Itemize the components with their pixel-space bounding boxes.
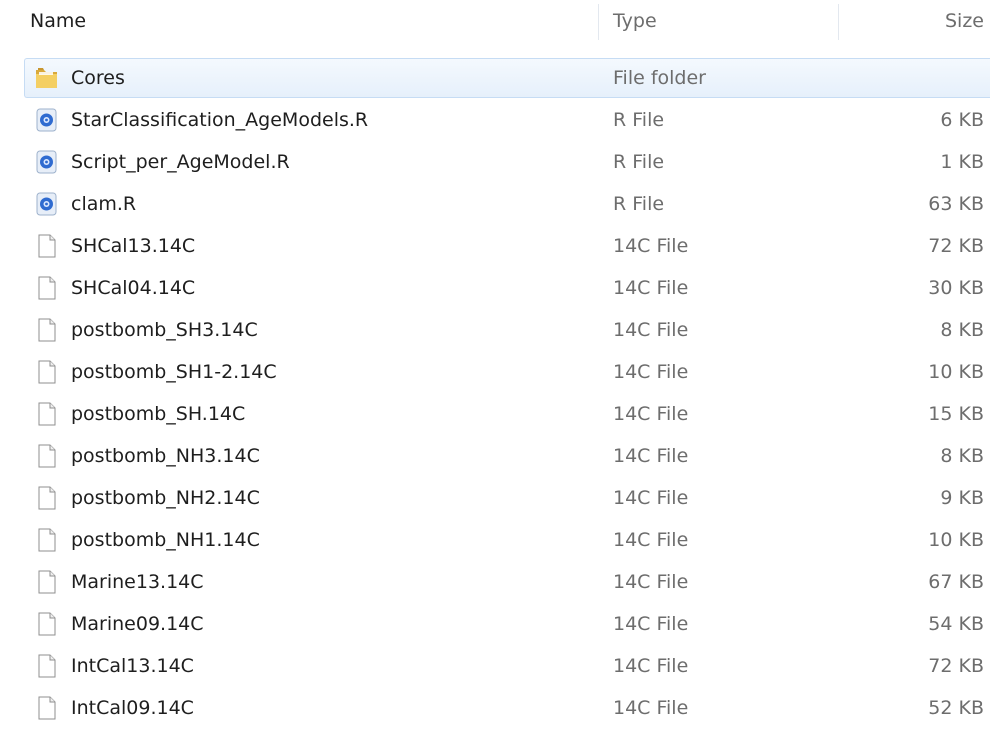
blank-file-icon: [34, 359, 60, 385]
file-name[interactable]: IntCal09.14C: [71, 687, 194, 729]
blank-file-icon: [34, 401, 60, 427]
file-type: 14C File: [613, 403, 689, 425]
column-header-size[interactable]: Size: [853, 0, 984, 42]
file-type: R File: [613, 151, 665, 173]
file-row[interactable]: postbomb_SH1-2.14C 14C File 10 KB: [0, 351, 990, 393]
file-type: File folder: [613, 67, 706, 89]
blank-file-icon: [34, 443, 60, 469]
file-row[interactable]: clam.R R File 63 KB: [0, 183, 990, 225]
file-row[interactable]: postbomb_NH3.14C 14C File 8 KB: [0, 435, 990, 477]
file-type: 14C File: [613, 529, 689, 551]
folder-icon: [34, 65, 60, 91]
file-name[interactable]: postbomb_NH3.14C: [71, 435, 260, 477]
file-size: 1 KB: [940, 151, 984, 173]
file-name[interactable]: Cores: [71, 57, 125, 99]
file-name[interactable]: Marine13.14C: [71, 561, 204, 603]
file-row[interactable]: postbomb_NH2.14C 14C File 9 KB: [0, 477, 990, 519]
blank-file-icon: [34, 611, 60, 637]
blank-file-icon: [34, 569, 60, 595]
column-header-name[interactable]: Name: [30, 0, 86, 42]
file-size: 30 KB: [928, 277, 984, 299]
file-size: 52 KB: [928, 697, 984, 719]
file-row[interactable]: SHCal04.14C 14C File 30 KB: [0, 267, 990, 309]
blank-file-icon: [34, 653, 60, 679]
file-size: 9 KB: [940, 487, 984, 509]
blank-file-icon: [34, 527, 60, 553]
file-name[interactable]: Script_per_AgeModel.R: [71, 141, 290, 183]
file-name[interactable]: clam.R: [71, 183, 136, 225]
file-name[interactable]: Marine09.14C: [71, 603, 204, 645]
file-row[interactable]: StarClassification_AgeModels.R R File 6 KB: [0, 99, 990, 141]
file-size: 15 KB: [928, 403, 984, 425]
file-type: 14C File: [613, 235, 689, 257]
file-row[interactable]: Script_per_AgeModel.R R File 1 KB: [0, 141, 990, 183]
file-type: 14C File: [613, 613, 689, 635]
file-row[interactable]: Marine13.14C 14C File 67 KB: [0, 561, 990, 603]
file-name[interactable]: StarClassification_AgeModels.R: [71, 99, 368, 141]
file-row[interactable]: Cores File folder: [0, 57, 990, 99]
r-script-icon: [34, 191, 60, 217]
blank-file-icon: [34, 317, 60, 343]
column-header-bar: Name Type Size: [0, 0, 990, 44]
file-size: 72 KB: [928, 655, 984, 677]
file-type: 14C File: [613, 277, 689, 299]
file-size: 72 KB: [928, 235, 984, 257]
file-type: 14C File: [613, 697, 689, 719]
file-name[interactable]: SHCal13.14C: [71, 225, 195, 267]
file-type: 14C File: [613, 571, 689, 593]
file-type: R File: [613, 193, 665, 215]
blank-file-icon: [34, 695, 60, 721]
file-size: 10 KB: [928, 529, 984, 551]
file-row[interactable]: postbomb_SH3.14C 14C File 8 KB: [0, 309, 990, 351]
file-row[interactable]: SHCal13.14C 14C File 72 KB: [0, 225, 990, 267]
file-name[interactable]: postbomb_SH3.14C: [71, 309, 258, 351]
file-size: 8 KB: [940, 319, 984, 341]
file-size: 63 KB: [928, 193, 984, 215]
file-name[interactable]: postbomb_SH1-2.14C: [71, 351, 277, 393]
file-name[interactable]: postbomb_NH2.14C: [71, 477, 260, 519]
file-name[interactable]: SHCal04.14C: [71, 267, 195, 309]
file-type: 14C File: [613, 487, 689, 509]
file-name[interactable]: postbomb_NH1.14C: [71, 519, 260, 561]
file-row[interactable]: IntCal09.14C 14C File 52 KB: [0, 687, 990, 729]
file-row[interactable]: postbomb_SH.14C 14C File 15 KB: [0, 393, 990, 435]
file-size: 10 KB: [928, 361, 984, 383]
file-list: Cores File folder StarClassification_AgeMo…: [0, 57, 990, 729]
file-type: 14C File: [613, 361, 689, 383]
r-script-icon: [34, 107, 60, 133]
selection-highlight: [24, 58, 990, 98]
file-type: 14C File: [613, 319, 689, 341]
file-name[interactable]: IntCal13.14C: [71, 645, 194, 687]
file-name[interactable]: postbomb_SH.14C: [71, 393, 245, 435]
blank-file-icon: [34, 275, 60, 301]
blank-file-icon: [34, 233, 60, 259]
column-divider[interactable]: [598, 4, 599, 40]
column-header-type[interactable]: Type: [613, 0, 657, 42]
file-row[interactable]: postbomb_NH1.14C 14C File 10 KB: [0, 519, 990, 561]
file-type: R File: [613, 109, 665, 131]
r-script-icon: [34, 149, 60, 175]
file-type: 14C File: [613, 655, 689, 677]
file-size: 6 KB: [940, 109, 984, 131]
column-divider[interactable]: [838, 4, 839, 40]
file-row[interactable]: IntCal13.14C 14C File 72 KB: [0, 645, 990, 687]
file-size: 54 KB: [928, 613, 984, 635]
file-size: 8 KB: [940, 445, 984, 467]
file-size: 67 KB: [928, 571, 984, 593]
file-row[interactable]: Marine09.14C 14C File 54 KB: [0, 603, 990, 645]
blank-file-icon: [34, 485, 60, 511]
file-type: 14C File: [613, 445, 689, 467]
